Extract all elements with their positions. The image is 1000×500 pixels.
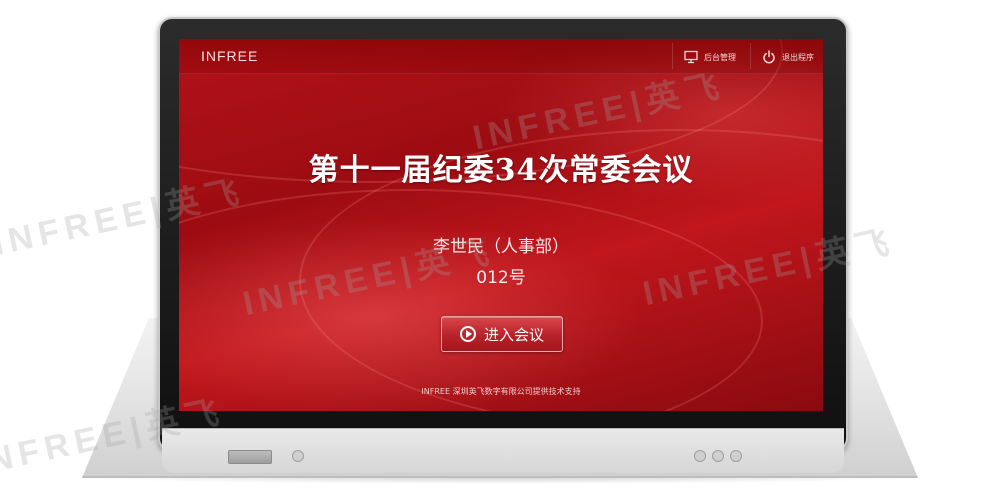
hardware-button-3 [730,450,742,462]
enter-meeting-label: 进入会议 [483,325,544,344]
meeting-screen: INFREE 后台管理 退出程序 第十一届纪委34次常委会议 李世民（人事部） … [179,39,823,411]
meeting-title: 第十一届纪委34次常委会议 [308,153,694,188]
seat-number: 012号 [476,268,526,288]
hardware-button-2 [712,450,724,462]
play-circle-icon [459,326,476,342]
toolbar-divider [672,43,673,69]
product-photo: INFREE 后台管理 退出程序 第十一届纪委34次常委会议 李世民（人事部） … [0,0,1000,500]
hardware-button-1 [694,450,706,462]
brand-logo: INFREE [201,48,259,64]
exit-button[interactable]: 退出程序 [762,47,814,67]
usb-port [228,450,272,464]
admin-label: 后台管理 [704,52,736,62]
monitor-icon [684,50,698,64]
toolbar-divider [750,43,751,69]
enter-meeting-button[interactable]: 进入会议 [441,316,563,352]
footer-credit: INFREE 深圳英飞数字有限公司提供技术支持 [421,387,581,396]
admin-button[interactable]: 后台管理 [684,47,736,67]
indicator-light [292,450,304,462]
attendee-name: 李世民（人事部） [433,237,569,257]
top-bar: INFREE 后台管理 退出程序 [179,39,823,74]
exit-label: 退出程序 [782,52,814,62]
power-icon [763,50,775,64]
